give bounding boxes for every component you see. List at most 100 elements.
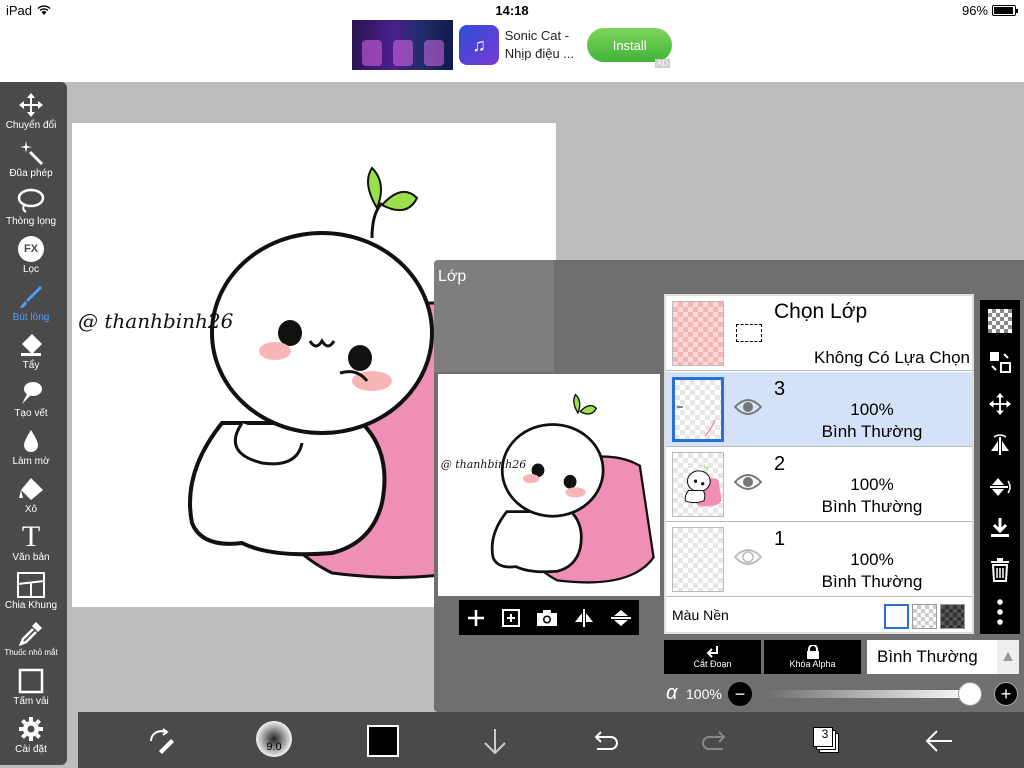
tool-text[interactable]: T Văn bản — [0, 522, 62, 570]
background-swatch-transparent[interactable] — [912, 604, 937, 629]
redo-button[interactable] — [698, 724, 732, 758]
blend-mode-arrow-icon[interactable]: ▲ — [997, 640, 1019, 674]
tool-label: Làm mờ — [12, 456, 50, 467]
tool-eyedropper[interactable]: Thuốc nhỏ mắt — [0, 618, 62, 666]
alpha-lock-button[interactable]: Khóa Alpha — [764, 640, 861, 674]
flip-vertical-icon[interactable] — [610, 608, 632, 628]
ad-title: Sonic Cat - — [504, 28, 570, 43]
status-time: 14:18 — [495, 3, 529, 18]
scroll-down-button[interactable] — [478, 724, 512, 758]
ad-text[interactable]: Sonic Cat - Nhịp điệu ... — [505, 27, 584, 63]
alpha-symbol: α — [666, 682, 678, 704]
tool-canvas[interactable]: Tấm vải — [0, 666, 62, 714]
tool-settings[interactable]: Cài đặt — [0, 714, 62, 762]
opacity-value: 100% — [686, 686, 722, 702]
flip-horizontal-icon[interactable] — [573, 608, 595, 628]
tool-label: Tẩy — [22, 360, 40, 371]
camera-icon[interactable] — [536, 608, 558, 628]
layer-number: 3 — [774, 378, 786, 400]
blend-mode-select[interactable]: Bình Thường — [867, 640, 997, 674]
flip-layer-horizontal-icon[interactable] — [988, 433, 1012, 457]
tool-move[interactable]: Chuyển đổi — [0, 90, 62, 138]
opacity-plus-button[interactable]: + — [994, 682, 1018, 706]
arrow-left-icon — [925, 730, 952, 752]
background-swatch-white[interactable] — [884, 604, 909, 629]
smudge-icon — [22, 382, 42, 404]
trash-icon[interactable] — [989, 557, 1011, 582]
redo-icon — [702, 731, 726, 750]
visibility-eye-icon[interactable] — [734, 398, 762, 416]
selection-layer-status: Không Có Lựa Chọn — [814, 348, 970, 367]
color-picker-button[interactable] — [366, 724, 400, 758]
layer-preview: @ thanhbinh26 — [438, 374, 660, 596]
selection-marquee-icon — [736, 324, 762, 342]
merge-down-icon[interactable] — [988, 516, 1012, 540]
tool-bucket[interactable]: Xô — [0, 474, 62, 522]
layer-row-2[interactable]: 2 100% Bình Thường — [666, 447, 972, 522]
flip-layer-vertical-icon[interactable] — [988, 475, 1012, 499]
tool-label: Tấm vải — [13, 696, 49, 707]
more-options-icon[interactable] — [996, 599, 1004, 626]
opacity-slider-knob[interactable] — [958, 682, 982, 706]
ad-banner[interactable]: ♫ Sonic Cat - Nhịp điệu ... Install AD — [352, 20, 672, 70]
brush-size-preview: 9.0 — [256, 721, 292, 757]
bottom-toolbar: 9.0 3 — [78, 712, 1024, 768]
background-color-label: Màu Nền — [672, 607, 729, 623]
opacity-slider[interactable] — [766, 690, 974, 698]
battery-percent: 96% — [961, 3, 988, 18]
selection-layer-row[interactable]: Chọn Lớp Không Có Lựa Chọn — [666, 296, 972, 371]
bucket-icon — [19, 478, 43, 500]
ad-badge: AD — [654, 59, 670, 68]
tool-lasso[interactable]: Thòng lọng — [0, 186, 62, 234]
tool-label: Thuốc nhỏ mắt — [4, 648, 58, 657]
layer-thumbnail — [672, 452, 724, 517]
ad-screenshot[interactable] — [352, 20, 454, 70]
clipping-label: Cắt Đoạn — [693, 659, 732, 669]
layer-blend-mode: Bình Thường — [821, 497, 923, 516]
tool-label: Văn bản — [12, 552, 50, 563]
layer-tools-column — [980, 300, 1020, 634]
back-button[interactable] — [922, 724, 956, 758]
ad-install-button[interactable]: Install — [587, 28, 672, 62]
selection-layer-title: Chọn Lớp — [774, 300, 868, 323]
tool-smudge[interactable]: Tạo vết — [0, 378, 62, 426]
layer-row-1[interactable]: 1 100% Bình Thường — [666, 522, 972, 597]
ad-subtitle: Nhịp điệu ... — [504, 46, 575, 61]
brush-size-button[interactable]: 9.0 — [254, 721, 294, 757]
background-color-row: Màu Nền — [666, 598, 972, 634]
opacity-minus-button[interactable]: − — [728, 682, 752, 706]
layer-row-3[interactable]: 3 100% Bình Thường — [666, 372, 972, 447]
tool-filter[interactable]: FX Lọc — [0, 234, 62, 282]
undo-icon — [594, 731, 618, 750]
tool-blur[interactable]: Làm mờ — [0, 426, 62, 474]
blur-icon — [24, 430, 38, 452]
tool-eraser[interactable]: Tẩy — [0, 330, 62, 378]
layer-action-bar — [459, 600, 639, 635]
tool-brush[interactable]: Bút lông — [0, 282, 62, 330]
transform-quick-button[interactable] — [144, 724, 178, 758]
background-swatch-dark[interactable] — [940, 604, 965, 629]
opacity-row: α 100% − + — [664, 680, 1020, 708]
ad-app-icon[interactable]: ♫ — [459, 25, 499, 65]
clip-arrow-icon — [706, 646, 718, 658]
visibility-eye-icon[interactable] — [734, 548, 762, 566]
tool-label: Bút lông — [12, 312, 50, 323]
add-layer-icon[interactable] — [466, 608, 486, 628]
tool-magic-wand[interactable]: Đũa phép — [0, 138, 62, 186]
layer-opacity: 100% — [850, 550, 894, 569]
layer-opacity: 100% — [850, 400, 894, 419]
tool-label: Chuyển đổi — [5, 120, 57, 131]
layers-button[interactable]: 3 — [810, 724, 844, 758]
move-layer-icon[interactable] — [988, 392, 1012, 416]
tool-frame-divider[interactable]: Chia Khung — [0, 570, 62, 618]
layer-opacity: 100% — [850, 475, 894, 494]
layer-swap-icon[interactable] — [988, 350, 1012, 374]
clipping-button[interactable]: Cắt Đoạn — [664, 640, 761, 674]
blend-controls: Cắt Đoạn Khóa Alpha Bình Thường ▲ — [664, 640, 1020, 674]
layer-blend-mode: Bình Thường — [821, 572, 923, 591]
visibility-eye-icon[interactable] — [734, 473, 762, 491]
checker-transparent-icon[interactable] — [988, 308, 1012, 333]
layer-blend-mode: Bình Thường — [821, 422, 923, 441]
undo-button[interactable] — [588, 724, 622, 758]
duplicate-layer-icon[interactable] — [501, 608, 521, 628]
